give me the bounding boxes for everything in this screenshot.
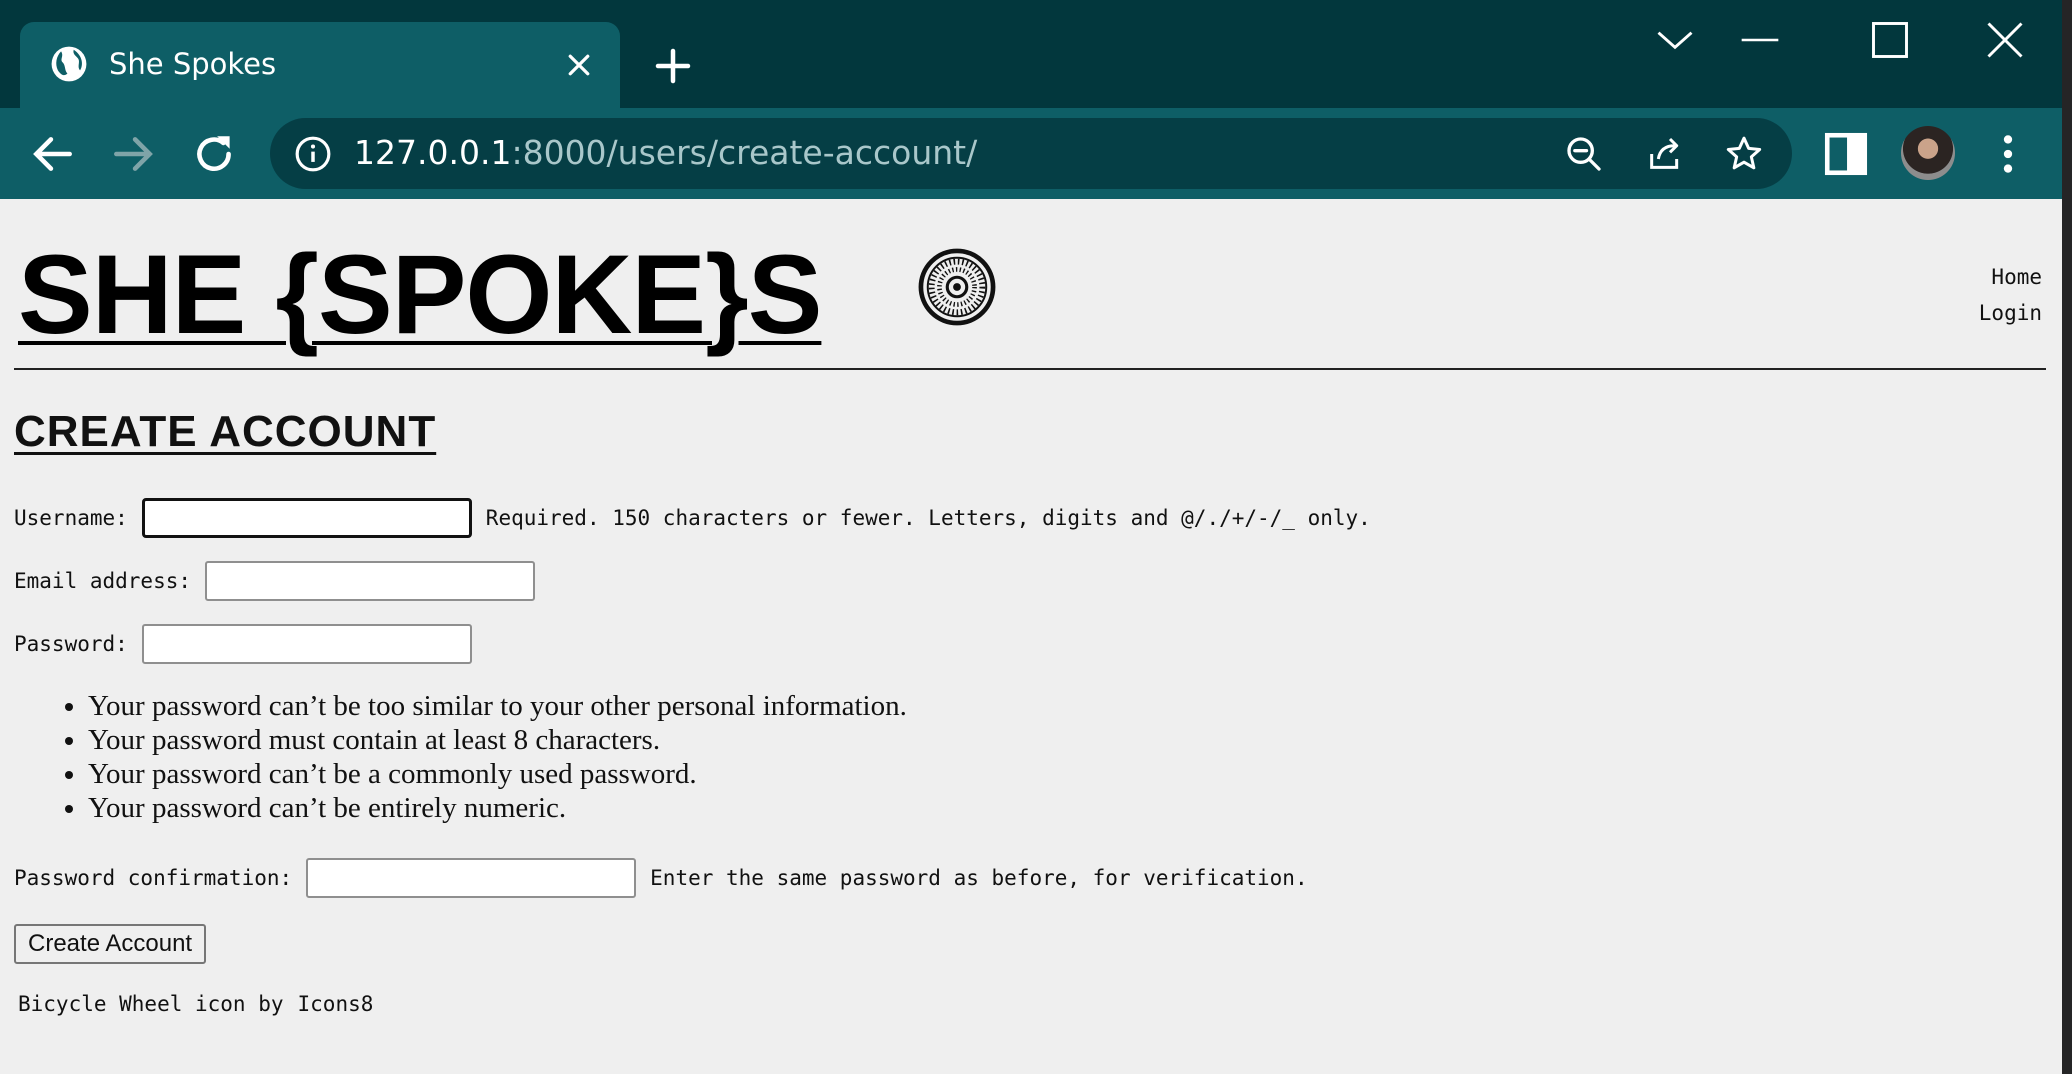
globe-icon	[51, 46, 87, 82]
password-confirm-input[interactable]	[306, 858, 637, 898]
chevron-down-icon[interactable]	[1653, 18, 1697, 62]
email-input[interactable]	[205, 561, 536, 601]
window-edge	[2062, 0, 2072, 1074]
tab-title: She Spokes	[109, 47, 277, 81]
email-row: Email address:	[14, 561, 536, 601]
username-row: Username: Required. 150 characters or fe…	[14, 498, 1371, 538]
plus-icon[interactable]	[655, 48, 691, 84]
list-item: Your password must contain at least 8 ch…	[88, 723, 907, 757]
icon-credit: Bicycle Wheel icon by Icons8	[18, 992, 373, 1016]
page-title: CREATE ACCOUNT	[14, 407, 437, 456]
star-icon[interactable]	[1724, 134, 1764, 174]
browser-tab[interactable]: She Spokes	[20, 22, 620, 108]
username-label: Username:	[14, 506, 128, 530]
share-icon[interactable]	[1645, 134, 1685, 174]
email-label: Email address:	[14, 569, 192, 593]
url-path: :8000/users/create-account/	[511, 133, 978, 172]
password-rules-list: Your password can’t be too similar to yo…	[88, 689, 907, 825]
minimize-icon[interactable]	[1738, 18, 1782, 62]
arrow-right-icon[interactable]	[108, 129, 158, 179]
header-divider	[14, 368, 2046, 370]
side-panel-icon[interactable]	[1821, 129, 1871, 179]
window-close-icon[interactable]	[1983, 18, 2027, 62]
site-logo[interactable]: SHE {SPOKE}S	[18, 235, 822, 355]
address-bar[interactable]: 127.0.0.1:8000/users/create-account/	[270, 118, 1792, 189]
close-icon[interactable]	[564, 50, 594, 80]
credit-link[interactable]: Icons8	[298, 992, 374, 1016]
nav-home-link[interactable]: Home	[1979, 259, 2042, 295]
password-row: Password:	[14, 624, 472, 664]
zoom-icon[interactable]	[1564, 134, 1604, 174]
password-input[interactable]	[141, 624, 472, 664]
bicycle-wheel-icon	[918, 248, 996, 326]
list-item: Your password can’t be a commonly used p…	[88, 757, 907, 791]
arrow-left-icon[interactable]	[28, 129, 78, 179]
site-nav: Home Login	[1979, 259, 2042, 331]
url-text[interactable]: 127.0.0.1:8000/users/create-account/	[354, 130, 977, 176]
password-label: Password:	[14, 632, 128, 656]
browser-toolbar: 127.0.0.1:8000/users/create-account/	[0, 108, 2062, 199]
list-item: Your password can’t be entirely numeric.	[88, 791, 907, 825]
username-input[interactable]	[141, 498, 472, 538]
page-content: SHE {SPOKE}S Home Login CREATE ACCOUNT U…	[0, 199, 2062, 1074]
password-confirm-label: Password confirmation:	[14, 866, 293, 890]
kebab-menu-icon[interactable]	[1983, 129, 2033, 179]
maximize-icon[interactable]	[1868, 18, 1912, 62]
url-host: 127.0.0.1	[354, 133, 512, 172]
username-help-text: Required. 150 characters or fewer. Lette…	[485, 506, 1371, 530]
nav-login-link[interactable]: Login	[1979, 295, 2042, 331]
password-confirm-row: Password confirmation: Enter the same pa…	[14, 858, 1308, 898]
browser-titlebar: She Spokes	[0, 0, 2062, 108]
info-icon[interactable]	[294, 135, 332, 173]
reload-icon[interactable]	[189, 129, 239, 179]
profile-avatar[interactable]	[1901, 126, 1955, 180]
create-account-button[interactable]: Create Account	[14, 924, 207, 964]
password-confirm-help-text: Enter the same password as before, for v…	[650, 866, 1308, 890]
credit-text: Bicycle Wheel icon by	[18, 992, 284, 1016]
list-item: Your password can’t be too similar to yo…	[88, 689, 907, 723]
